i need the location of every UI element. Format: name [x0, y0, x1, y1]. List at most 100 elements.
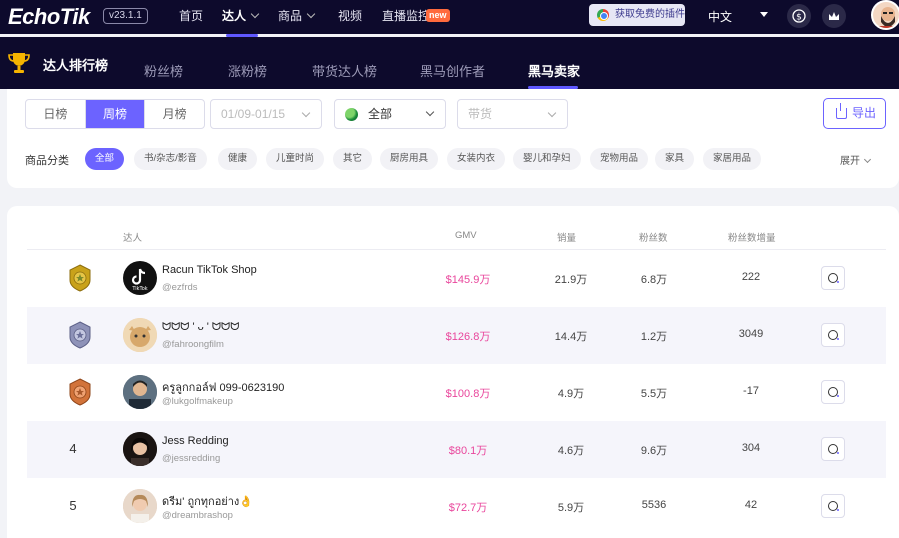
globe-icon [345, 108, 358, 121]
filter-panel: 日榜 周榜 月榜 01/09-01/15 全部 带货 导出 商品分类 全部 书/… [7, 89, 899, 188]
sales-value: 5.9万 [557, 502, 585, 514]
category-chip-womenswear[interactable]: 女装内衣 [447, 148, 506, 170]
growth-value: 3049 [738, 328, 764, 340]
growth-value: 304 [741, 442, 761, 454]
category-chip-furniture[interactable]: 家具 [655, 148, 695, 170]
influencer-name[interactable]: ดรีม' ถูกทุกอย่าง👌 [162, 492, 253, 510]
sales-value: 4.6万 [557, 445, 585, 457]
category-chip-pet[interactable]: 宠物用品 [590, 148, 649, 170]
header-follower-growth: 粉丝数增量 [728, 233, 776, 244]
growth-value: 222 [741, 271, 761, 283]
gmv-value: $80.1万 [448, 445, 488, 457]
category-chip-kids-fashion[interactable]: 儿童时尚 [266, 148, 325, 170]
avatar[interactable] [123, 318, 157, 352]
ranking-subnav: 达人排行榜 粉丝榜 涨粉榜 带货达人榜 黑马创作者 黑马卖家 [0, 37, 899, 89]
category-chip-health[interactable]: 健康 [218, 148, 258, 170]
search-icon[interactable] [821, 494, 845, 518]
influencer-handle: @jessredding [162, 453, 221, 464]
nav-home[interactable]: 首页 [179, 8, 203, 24]
table-row[interactable]: ᗢᗢᗢ ' ᴗ ' ᗢᗢᗢ @fahroongfilm $126.8万 14.4… [27, 307, 886, 364]
period-monthly[interactable]: 月榜 [145, 100, 204, 128]
get-plugin-button[interactable]: 获取免费的插件 [589, 4, 685, 26]
category-chip-kitchen[interactable]: 厨房用具 [380, 148, 439, 170]
top-navbar: EchoTik v23.1.1 首页 达人 商品 视频 直播监控 new 获取免… [0, 0, 899, 34]
search-icon[interactable] [821, 323, 845, 347]
category-chip-other[interactable]: 其它 [333, 148, 373, 170]
gmv-value: $100.8万 [445, 388, 491, 400]
influencer-name[interactable]: Racun TikTok Shop [162, 264, 257, 276]
table-row[interactable]: 5 ดรีม' ถูกทุกอย่าง👌 @dreambrashop $72.7… [27, 478, 886, 535]
influencer-handle: @fahroongfilm [162, 339, 224, 350]
date-range-value: 01/09-01/15 [221, 107, 286, 121]
tab-rising-creator[interactable]: 黑马创作者 [420, 61, 485, 80]
sales-value: 4.9万 [557, 388, 585, 400]
nav-live[interactable]: 直播监控 [382, 8, 430, 24]
expand-label: 展开 [840, 156, 860, 167]
table-row[interactable]: 4 Jess Redding @jessredding $80.1万 4.6万 … [27, 421, 886, 478]
region-select[interactable]: 全部 [334, 99, 446, 129]
influencer-name[interactable]: ครูลูกกอล์ฟ 099-0623190 [162, 378, 284, 396]
category-chip-books[interactable]: 书/杂志/影音 [134, 148, 207, 170]
nav-video[interactable]: 视频 [338, 8, 362, 24]
chevron-down-icon [301, 108, 311, 118]
expand-categories-button[interactable]: 展开 [840, 152, 872, 167]
nav-products[interactable]: 商品 [278, 8, 316, 24]
category-chip-baby[interactable]: 婴儿和孕妇 [513, 148, 581, 170]
table-row[interactable]: ครูลูกกอล์ฟ 099-0623190 @lukgolfmakeup $… [27, 364, 886, 421]
chevron-down-icon [425, 107, 435, 117]
region-value: 全部 [368, 107, 393, 121]
date-range-select[interactable]: 01/09-01/15 [210, 99, 322, 129]
gmv-value: $145.9万 [445, 274, 491, 286]
growth-value: -17 [743, 385, 759, 397]
avatar[interactable] [123, 375, 157, 409]
avatar[interactable] [123, 489, 157, 523]
search-icon[interactable] [821, 437, 845, 461]
influencer-name[interactable]: Jess Redding [162, 435, 229, 447]
period-weekly[interactable]: 周榜 [85, 100, 146, 128]
sales-value: 21.9万 [554, 274, 588, 286]
header-followers: 粉丝数 [639, 233, 668, 244]
version-badge: v23.1.1 [103, 8, 148, 24]
type-select[interactable]: 带货 [457, 99, 568, 129]
export-icon [836, 103, 847, 119]
tab-fans[interactable]: 粉丝榜 [144, 61, 183, 80]
svg-text:TikTok: TikTok [131, 286, 147, 292]
influencer-name[interactable]: ᗢᗢᗢ ' ᴗ ' ᗢᗢᗢ [162, 321, 239, 334]
chevron-down-icon [547, 108, 557, 118]
bronze-medal-icon [69, 378, 91, 406]
table-header: 达人 GMV 销量 粉丝数 粉丝数增量 [27, 226, 886, 250]
gmv-value: $72.7万 [448, 502, 488, 514]
export-button[interactable]: 导出 [823, 98, 886, 129]
nav-influencer[interactable]: 达人 [222, 8, 260, 24]
category-label: 商品分类 [25, 155, 69, 167]
echotik-logo[interactable]: EchoTik [8, 4, 90, 30]
sales-value: 14.4万 [554, 331, 588, 343]
avatar[interactable] [123, 432, 157, 466]
influencer-handle: @dreambrashop [162, 510, 233, 521]
user-avatar[interactable] [871, 0, 899, 30]
get-plugin-label: 获取免费的插件 [615, 9, 685, 20]
category-chip-home[interactable]: 家居用品 [703, 148, 762, 170]
tab-sales-influencer[interactable]: 带货达人榜 [312, 61, 377, 80]
table-row[interactable]: TikTok Racun TikTok Shop @ezfrds $145.9万… [27, 250, 886, 307]
tab-growth[interactable]: 涨粉榜 [228, 61, 267, 80]
search-icon[interactable] [821, 266, 845, 290]
language-selector[interactable]: 中文 [708, 8, 732, 25]
gold-medal-icon [69, 264, 91, 292]
nav-influencer-label: 达人 [222, 9, 247, 23]
chevron-down-icon [306, 9, 316, 19]
influencer-handle: @ezfrds [162, 282, 198, 293]
dollar-icon[interactable]: $ [787, 4, 811, 28]
type-placeholder: 带货 [468, 107, 493, 121]
category-chip-all[interactable]: 全部 [85, 148, 125, 170]
growth-value: 42 [744, 499, 758, 511]
rank-number: 5 [69, 498, 77, 513]
avatar[interactable]: TikTok [123, 261, 157, 295]
crown-icon[interactable] [822, 4, 846, 28]
tab-rising-seller[interactable]: 黑马卖家 [528, 61, 580, 80]
period-daily[interactable]: 日榜 [26, 100, 86, 128]
caret-down-icon[interactable] [760, 12, 768, 17]
header-influencer: 达人 [123, 233, 143, 244]
search-icon[interactable] [821, 380, 845, 404]
svg-text:$: $ [796, 13, 802, 23]
